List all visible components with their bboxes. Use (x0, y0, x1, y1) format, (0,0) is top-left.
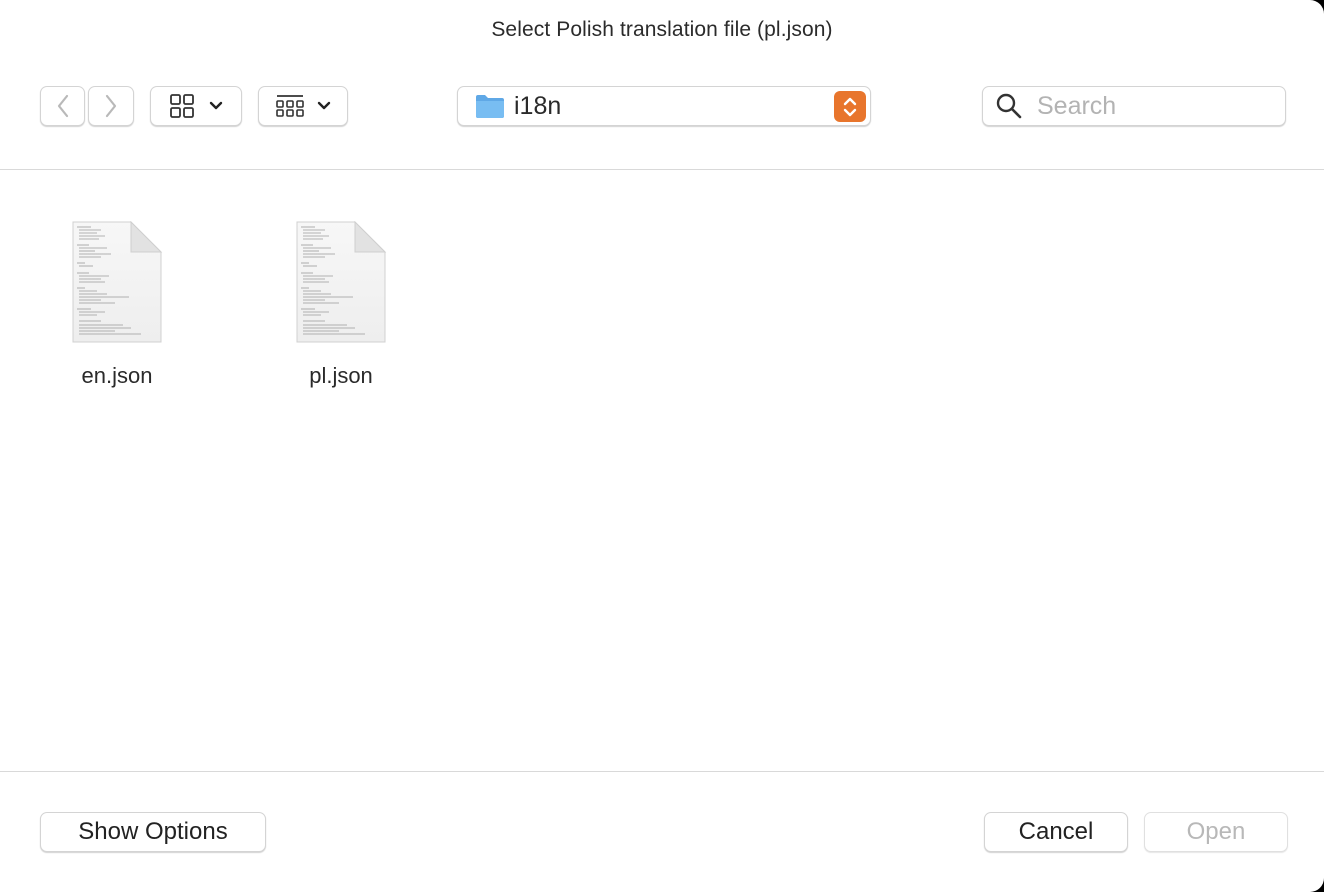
window-corner (1310, 0, 1324, 14)
cancel-button[interactable]: Cancel (984, 812, 1128, 852)
folder-icon (476, 95, 504, 118)
dialog-title: Select Polish translation file (pl.json) (491, 18, 833, 41)
group-view-icon (276, 95, 304, 117)
search-icon (996, 93, 1022, 119)
chevron-down-icon (317, 101, 331, 110)
show-options-button[interactable]: Show Options (40, 812, 266, 852)
window-corner (1310, 878, 1324, 892)
back-button[interactable] (40, 86, 85, 126)
chevron-left-icon (57, 94, 68, 118)
location-stepper[interactable] (834, 91, 866, 122)
divider (0, 771, 1324, 772)
json-document-icon (296, 221, 387, 343)
location-popup[interactable]: i18n (457, 86, 871, 126)
file-name: pl.json (309, 363, 373, 388)
group-by-button[interactable] (258, 86, 348, 126)
chevron-down-icon (209, 101, 223, 110)
forward-button[interactable] (88, 86, 134, 126)
file-open-dialog: Select Polish translation file (pl.json) (0, 0, 1324, 892)
file-item-pl-json[interactable]: pl.json (261, 221, 421, 421)
search-input[interactable] (1035, 90, 1269, 122)
json-document-icon (72, 221, 163, 343)
location-label: i18n (514, 91, 562, 120)
open-button[interactable]: Open (1144, 812, 1288, 852)
chevron-right-icon (105, 94, 117, 118)
view-mode-button[interactable] (150, 86, 242, 126)
file-item-en-json[interactable]: en.json (37, 221, 197, 421)
divider (0, 169, 1324, 170)
grid-view-icon (170, 94, 194, 118)
file-name: en.json (81, 363, 153, 388)
search-field[interactable] (982, 86, 1286, 126)
up-down-chevron-icon (843, 97, 857, 116)
